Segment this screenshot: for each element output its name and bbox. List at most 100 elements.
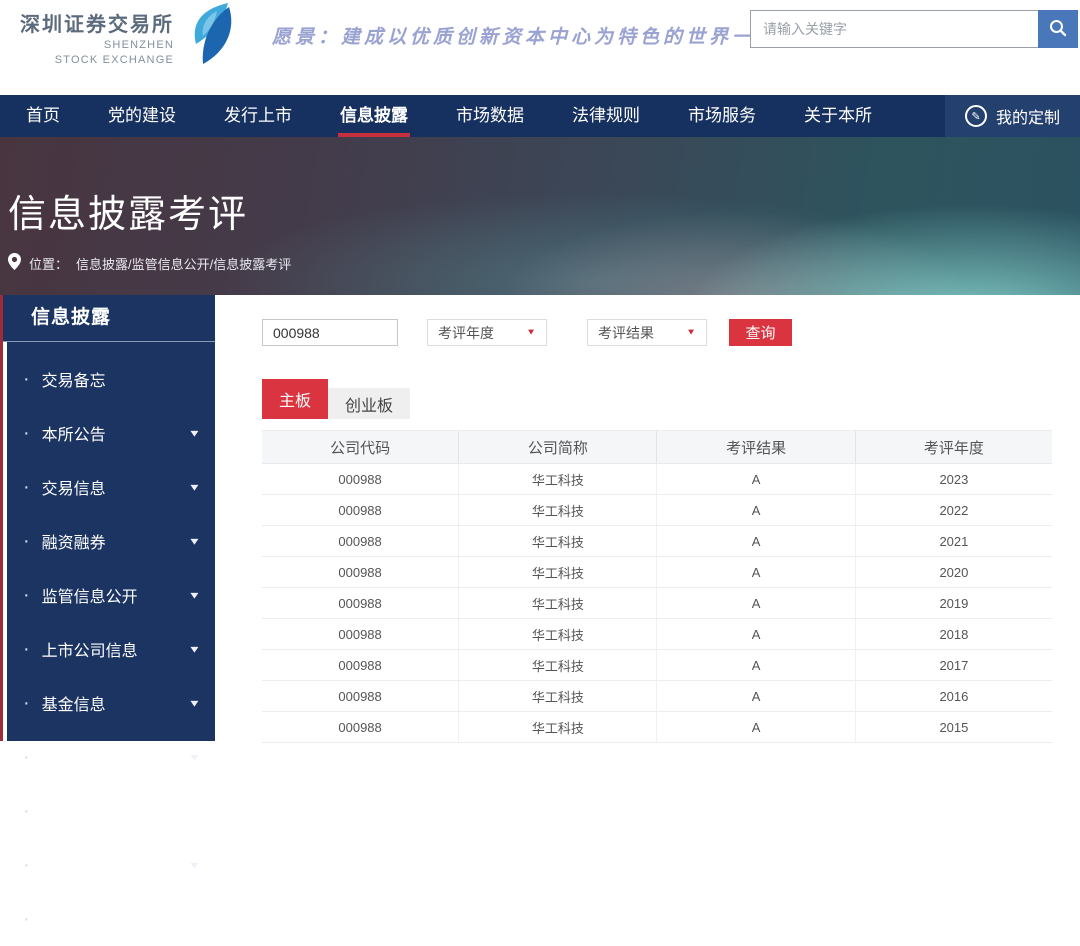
page-title: 信息披露考评 (8, 137, 1080, 238)
sidebar-menu: · 交易备忘 · 本所公告 ▼ · 交易信息 ▼ · 融资融券 ▼ · 监管信息… (7, 342, 215, 741)
table-row: 000988 华工科技 A 2018 (262, 619, 1052, 650)
cell-evaluation-result: A (657, 619, 855, 650)
sidebar-item-trading-memo[interactable]: · 交易备忘 (7, 352, 215, 406)
nav-item-home[interactable]: 首页 (2, 95, 84, 137)
bullet-icon: · (23, 693, 30, 713)
chevron-down-icon: ▼ (188, 590, 201, 601)
cell-company-name: 华工科技 (459, 526, 657, 557)
cell-evaluation-year: 2021 (855, 526, 1052, 557)
tab-chinext[interactable]: 创业板 (328, 388, 410, 419)
cell-evaluation-year: 2016 (855, 681, 1052, 712)
logo-en-line1: SHENZHEN (20, 38, 174, 53)
nav-item-legal-rules[interactable]: 法律规则 (548, 95, 664, 137)
szse-shield-icon (182, 2, 238, 71)
cell-company-code: 000988 (262, 557, 459, 588)
nav-item-disclosure[interactable]: 信息披露 (316, 95, 432, 137)
query-button[interactable]: 查询 (729, 319, 792, 346)
nav-item-market-data[interactable]: 市场数据 (432, 95, 548, 137)
bullet-icon: · (23, 423, 30, 443)
cell-company-name: 华工科技 (459, 650, 657, 681)
cell-evaluation-result: A (657, 464, 855, 495)
hero-banner: 信息披露考评 位置： 信息披露/监管信息公开/信息披露考评 (0, 137, 1080, 295)
sidebar-item-warrant-info[interactable]: · 权证信息 (7, 784, 215, 838)
cell-evaluation-result: A (657, 681, 855, 712)
sidebar-item-listed-company-info[interactable]: · 上市公司信息 ▼ (7, 622, 215, 676)
search-input[interactable] (750, 10, 1038, 48)
sidebar-item-exchange-notices[interactable]: · 本所公告 ▼ (7, 406, 215, 460)
table-header-row: 公司代码 公司简称 考评结果 考评年度 (262, 431, 1052, 464)
sidebar-item-label: 会员创新产品 (42, 853, 138, 877)
sidebar-item-fixed-income-products[interactable]: · 固定收益产品 (7, 892, 215, 946)
chevron-down-icon: ▼ (188, 536, 201, 547)
logo-en-line2: STOCK EXCHANGE (20, 53, 174, 68)
sidebar-item-bond-info[interactable]: · 债券信息 ▼ (7, 730, 215, 784)
breadcrumb-path[interactable]: 信息披露/监管信息公开/信息披露考评 (76, 254, 291, 273)
chevron-down-icon: ▼ (188, 644, 201, 655)
sidebar-item-margin-trading[interactable]: · 融资融券 ▼ (7, 514, 215, 568)
sidebar-item-label: 融资融券 (42, 529, 106, 553)
cell-company-name: 华工科技 (459, 619, 657, 650)
sidebar-item-fund-info[interactable]: · 基金信息 ▼ (7, 676, 215, 730)
sidebar-item-label: 交易信息 (42, 475, 106, 499)
bullet-icon: · (23, 585, 30, 605)
bullet-icon: · (23, 477, 30, 497)
cell-company-name: 华工科技 (459, 712, 657, 743)
chevron-down-icon: ▼ (188, 428, 201, 439)
logo-cn-name: 深圳证券交易所 (20, 12, 174, 38)
bullet-icon: · (23, 909, 30, 929)
cell-evaluation-result: A (657, 588, 855, 619)
nav-item-listing[interactable]: 发行上市 (200, 95, 316, 137)
cell-evaluation-year: 2019 (855, 588, 1052, 619)
col-company-code: 公司代码 (262, 431, 459, 464)
bullet-icon: · (23, 369, 30, 389)
top-header: 深圳证券交易所 SHENZHEN STOCK EXCHANGE 愿景：建成以优质… (0, 0, 1080, 95)
main-nav: 首页 党的建设 发行上市 信息披露 市场数据 法律规则 市场服务 关于本所 ✎ … (0, 95, 1080, 137)
board-tabs: 主板 创业板 (262, 379, 1052, 419)
evaluation-results-table: 公司代码 公司简称 考评结果 考评年度 000988 华工科技 A 2023 0… (262, 430, 1052, 743)
breadcrumb: 位置： 信息披露/监管信息公开/信息披露考评 (8, 253, 1080, 273)
bullet-icon: · (23, 855, 30, 875)
chevron-down-icon: ▼ (188, 860, 201, 871)
table-row: 000988 华工科技 A 2015 (262, 712, 1052, 743)
table-row: 000988 华工科技 A 2017 (262, 650, 1052, 681)
tab-main-board[interactable]: 主板 (262, 379, 328, 419)
sidebar-item-label: 债券信息 (42, 745, 106, 769)
my-customization-button[interactable]: ✎ 我的定制 (945, 95, 1080, 137)
table-row: 000988 华工科技 A 2016 (262, 681, 1052, 712)
page-body: 信息披露 · 交易备忘 · 本所公告 ▼ · 交易信息 ▼ · 融资融券 ▼ (0, 295, 1080, 741)
table-row: 000988 华工科技 A 2021 (262, 526, 1052, 557)
cell-company-name: 华工科技 (459, 557, 657, 588)
cell-company-name: 华工科技 (459, 681, 657, 712)
table-row: 000988 华工科技 A 2019 (262, 588, 1052, 619)
sidebar-item-regulatory-disclosure[interactable]: · 监管信息公开 ▼ (7, 568, 215, 622)
cell-evaluation-result: A (657, 557, 855, 588)
cell-evaluation-result: A (657, 712, 855, 743)
search-button[interactable] (1038, 10, 1078, 48)
evaluation-result-label: 考评结果 (598, 323, 654, 343)
sidebar-item-label: 基金信息 (42, 691, 106, 715)
sidebar-item-trading-info[interactable]: · 交易信息 ▼ (7, 460, 215, 514)
nav-item-about[interactable]: 关于本所 (780, 95, 896, 137)
sidebar-item-member-innovation-products[interactable]: · 会员创新产品 ▼ (7, 838, 215, 892)
table-row: 000988 华工科技 A 2020 (262, 557, 1052, 588)
search-icon (1049, 19, 1067, 40)
evaluation-result-dropdown[interactable]: 考评结果 ▼ (587, 319, 707, 346)
my-customization-label: 我的定制 (996, 104, 1060, 128)
evaluation-year-dropdown[interactable]: 考评年度 ▼ (427, 319, 547, 346)
table-row: 000988 华工科技 A 2023 (262, 464, 1052, 495)
bullet-icon: · (23, 801, 30, 821)
col-company-name: 公司简称 (459, 431, 657, 464)
company-code-input[interactable] (262, 319, 398, 346)
nav-item-party-building[interactable]: 党的建设 (84, 95, 200, 137)
chevron-down-icon: ▼ (188, 482, 201, 493)
evaluation-year-label: 考评年度 (438, 323, 494, 343)
cell-company-name: 华工科技 (459, 495, 657, 526)
sidebar-item-label: 监管信息公开 (42, 583, 138, 607)
logo-text: 深圳证券交易所 SHENZHEN STOCK EXCHANGE (20, 12, 174, 68)
filter-bar: 考评年度 ▼ 考评结果 ▼ 查询 (262, 319, 1052, 346)
table-row: 000988 华工科技 A 2022 (262, 495, 1052, 526)
szse-logo[interactable]: 深圳证券交易所 SHENZHEN STOCK EXCHANGE (20, 12, 238, 71)
cell-company-code: 000988 (262, 650, 459, 681)
nav-item-market-services[interactable]: 市场服务 (664, 95, 780, 137)
cell-company-name: 华工科技 (459, 588, 657, 619)
